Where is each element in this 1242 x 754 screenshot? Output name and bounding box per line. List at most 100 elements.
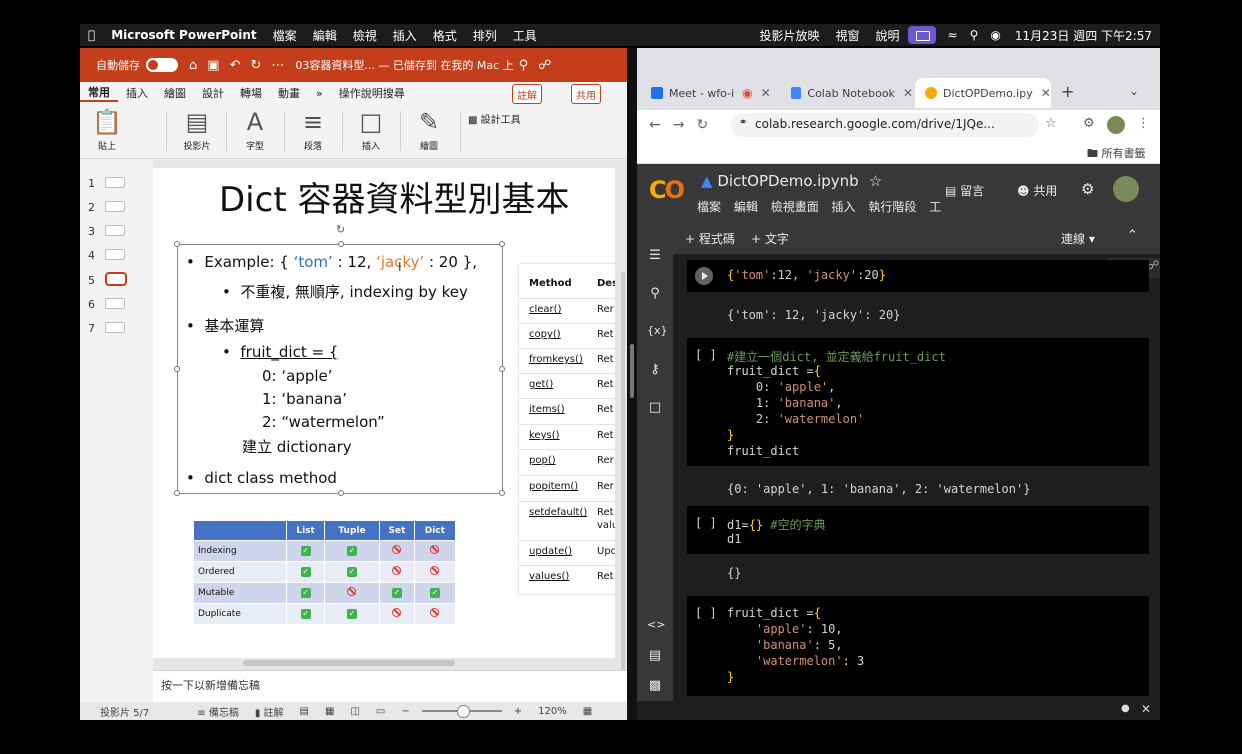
- tab-insert[interactable]: 插入: [118, 85, 156, 101]
- execution-count[interactable]: [ ]: [695, 606, 717, 620]
- colab-menu-tools[interactable]: 工: [929, 200, 941, 214]
- site-info-icon[interactable]: ⚭: [739, 117, 747, 128]
- method-link[interactable]: setdefault(): [529, 507, 587, 518]
- close-tab-icon[interactable]: ✕: [903, 86, 913, 100]
- slide-sorter-icon[interactable]: ▦: [325, 706, 334, 717]
- notes-pane[interactable]: 按一下以新增備忘稿: [153, 670, 627, 702]
- resize-handle[interactable]: [174, 241, 180, 247]
- collapse-header-icon[interactable]: ⌃: [1127, 228, 1138, 243]
- save-icon[interactable]: ▣: [207, 58, 219, 73]
- slide-title[interactable]: Dict 容器資料型別基本: [219, 172, 569, 221]
- fit-to-window-icon[interactable]: ▦: [583, 706, 592, 717]
- method-link[interactable]: items(): [529, 404, 565, 415]
- menu-slideshow[interactable]: 投影片放映: [751, 27, 827, 44]
- slide-thumbnail[interactable]: [105, 201, 125, 212]
- slide-thumbnail[interactable]: [105, 225, 125, 236]
- code-editor[interactable]: {'tom':12, 'jacky':20}: [687, 260, 1149, 292]
- method-link[interactable]: keys(): [529, 430, 560, 441]
- extensions-icon[interactable]: ⚙: [1083, 116, 1095, 131]
- resize-handle[interactable]: [174, 490, 180, 496]
- menu-help[interactable]: 說明: [868, 27, 908, 44]
- tab-colab-notebook[interactable]: Colab Notebook ✕: [781, 80, 913, 106]
- menu-insert[interactable]: 插入: [385, 27, 425, 44]
- share-button[interactable]: 共用: [571, 84, 601, 104]
- selected-textbox[interactable]: ↻ • Example: { ‘tom’ : 12, ‘jacky’ : 20 …: [174, 223, 505, 496]
- draw-button[interactable]: ✎ 繪圖: [404, 105, 454, 159]
- zoom-in-icon[interactable]: +: [514, 706, 522, 717]
- resize-handle[interactable]: [499, 366, 505, 372]
- redo-icon[interactable]: ↻: [250, 58, 261, 73]
- home-icon[interactable]: ⌂: [189, 58, 197, 73]
- tab-design[interactable]: 設計: [194, 85, 232, 101]
- reload-icon[interactable]: ↻: [696, 117, 708, 133]
- menu-file[interactable]: 檔案: [265, 27, 305, 44]
- zoom-out-icon[interactable]: −: [401, 706, 409, 717]
- split-view-divider[interactable]: [627, 48, 637, 720]
- settings-gear-icon[interactable]: ⚙: [1081, 180, 1094, 198]
- method-link[interactable]: copy(): [529, 329, 561, 340]
- user-avatar[interactable]: [1113, 176, 1139, 202]
- share-network-icon[interactable]: ☍: [538, 58, 551, 73]
- colab-logo[interactable]: CO: [649, 176, 685, 204]
- star-icon[interactable]: ☆: [869, 172, 882, 190]
- code-cell[interactable]: [ ] d1={} #空的字典 d1 {}: [687, 506, 1149, 590]
- tab-animations[interactable]: 動畫: [270, 85, 308, 101]
- divider-grip[interactable]: [630, 344, 634, 398]
- tab-search-icon[interactable]: ⌄: [1129, 84, 1139, 98]
- screen-share-icon[interactable]: [907, 26, 936, 44]
- horizontal-scrollbar[interactable]: [243, 660, 455, 666]
- back-icon[interactable]: ←: [649, 117, 661, 133]
- method-link[interactable]: popitem(): [529, 481, 578, 492]
- chrome-menu-icon[interactable]: ⋮: [1137, 116, 1150, 131]
- datetime[interactable]: 11月23日 週四 下午2:57: [1007, 27, 1160, 44]
- resize-handle[interactable]: [174, 366, 180, 372]
- zoom-level[interactable]: 120%: [538, 706, 567, 717]
- menu-tools[interactable]: 工具: [505, 27, 545, 44]
- method-link[interactable]: get(): [529, 379, 553, 390]
- font-button[interactable]: A 字型: [230, 105, 280, 159]
- connect-button[interactable]: 連線 ▾: [1061, 230, 1095, 247]
- code-cell[interactable]: {'tom':12, 'jacky':20} {'tom': 12, 'jacky…: [687, 260, 1149, 332]
- design-tools-button[interactable]: ▩ 設計工具: [468, 111, 521, 126]
- close-tab-icon[interactable]: ✕: [761, 86, 771, 100]
- terminal-icon[interactable]: ▩: [647, 678, 663, 693]
- tab-dictopdemo[interactable]: DictOPDemo.ipy ✕: [915, 78, 1051, 108]
- document-title[interactable]: 03容器資料型... — 已儲存到 在我的 Mac 上: [295, 57, 513, 73]
- tab-transitions[interactable]: 轉場: [232, 85, 270, 101]
- secrets-key-icon[interactable]: ⚷: [647, 362, 663, 377]
- files-folder-icon[interactable]: □: [647, 400, 663, 415]
- tell-me-search[interactable]: 操作說明搜尋: [331, 85, 413, 101]
- forward-icon[interactable]: →: [673, 117, 685, 133]
- search-icon[interactable]: ⚲: [970, 28, 979, 42]
- slide-button[interactable]: ▤ 投影片: [172, 105, 222, 159]
- colab-menu-insert[interactable]: 插入: [832, 200, 856, 214]
- presenter-view-icon[interactable]: ▭: [376, 706, 385, 717]
- code-snippets-icon[interactable]: <>: [647, 618, 665, 631]
- menu-window[interactable]: 視窗: [828, 27, 868, 44]
- tab-draw[interactable]: 繪圖: [156, 85, 194, 101]
- wifi-icon[interactable]: ≈: [948, 28, 958, 42]
- comment-button[interactable]: ▤ 留言: [945, 182, 984, 199]
- all-bookmarks[interactable]: 🖿 所有書籤: [1087, 145, 1146, 164]
- paragraph-button[interactable]: ≡ 段落: [288, 105, 338, 159]
- execution-count[interactable]: [ ]: [695, 516, 717, 530]
- resize-handle[interactable]: [338, 490, 344, 496]
- resize-handle[interactable]: [499, 490, 505, 496]
- profile-avatar[interactable]: [1107, 116, 1125, 134]
- paste-button[interactable]: 📋 貼上: [82, 105, 132, 159]
- slide-thumbnail[interactable]: [105, 322, 125, 333]
- code-editor[interactable]: [ ] #建立一個dict, 並定義給fruit_dict fruit_dict =…: [687, 338, 1149, 466]
- menu-view[interactable]: 檢視: [345, 27, 385, 44]
- new-tab-icon[interactable]: +: [1061, 82, 1074, 101]
- menu-edit[interactable]: 編輯: [305, 27, 345, 44]
- code-cell[interactable]: [ ] fruit_dict ={ 'apple': 10, 'banana': …: [687, 596, 1149, 696]
- search-icon[interactable]: ⚲: [647, 286, 663, 301]
- colab-menu-edit[interactable]: 編輯: [734, 200, 758, 214]
- slide-canvas[interactable]: Dict 容器資料型別基本 ↻ • Example: { ‘tom’ : 12,…: [153, 168, 615, 658]
- colab-menu-view[interactable]: 檢視畫面: [771, 200, 819, 214]
- autosave-toggle[interactable]: [146, 58, 178, 72]
- run-cell-icon[interactable]: [695, 267, 713, 285]
- zoom-slider[interactable]: [421, 705, 502, 718]
- undo-icon[interactable]: ↶: [230, 58, 241, 73]
- comments-toggle[interactable]: ▮ 註解: [255, 704, 284, 719]
